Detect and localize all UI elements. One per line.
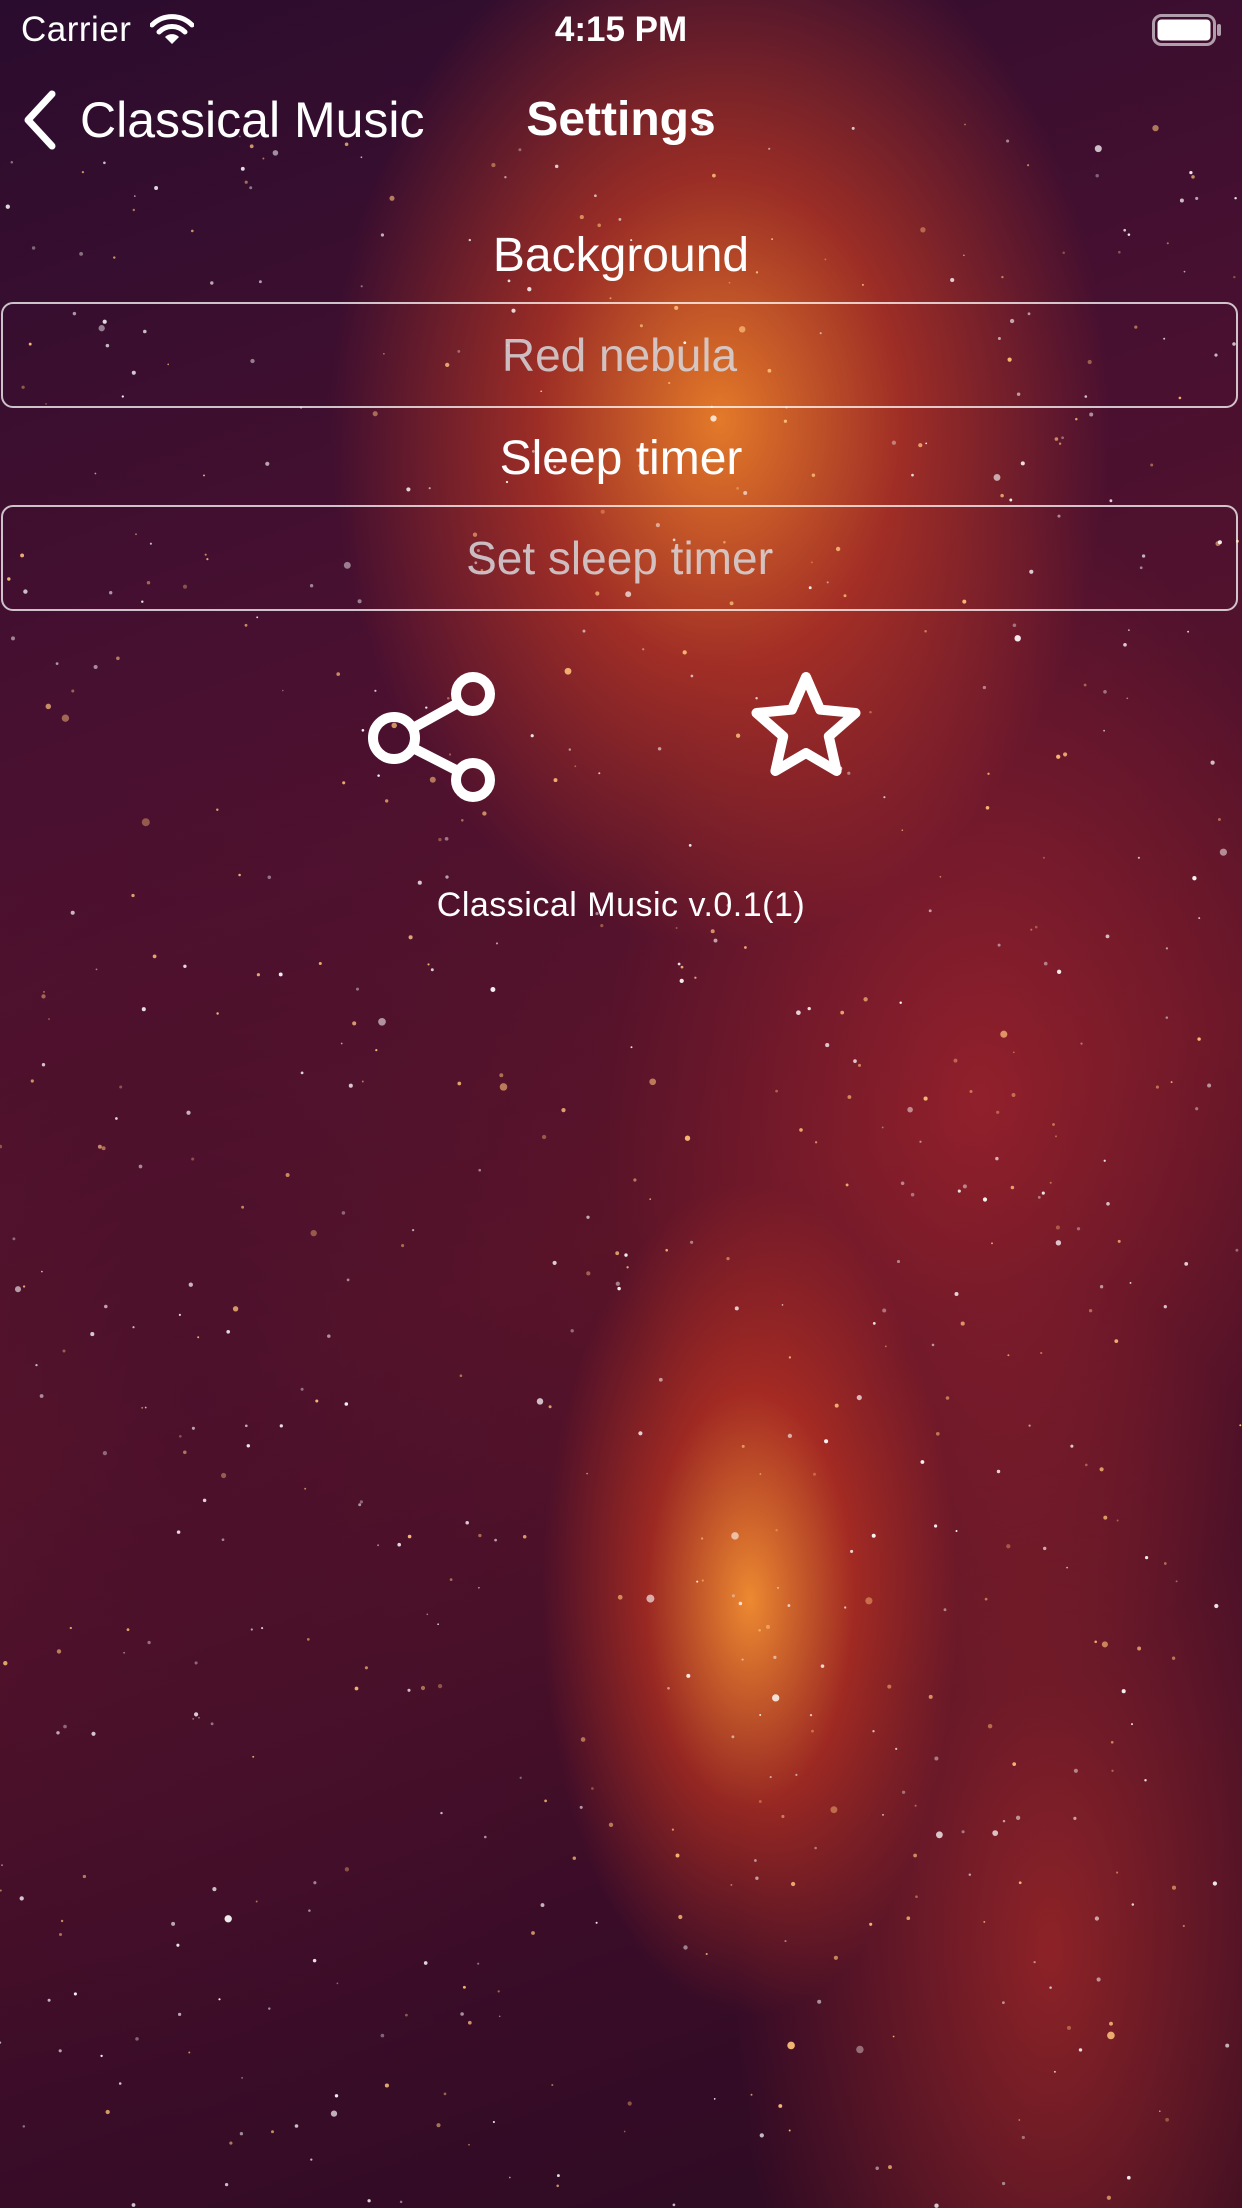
battery-icon (1152, 14, 1221, 46)
navigation-bar: Classical Music Settings (0, 70, 1242, 170)
app-version-label: Classical Music v.0.1(1) (436, 886, 806, 924)
sleep-timer-field-placeholder: Set sleep timer (466, 532, 773, 584)
status-time: 4:15 PM (554, 10, 688, 49)
settings-screen: Carrier 4:15 PM Classical Music Settings… (0, 0, 1242, 2208)
background-section-label: Background (492, 229, 750, 282)
sleep-timer-section-label: Sleep timer (499, 432, 743, 485)
background-field[interactable]: Red nebula (1, 302, 1238, 408)
share-icon[interactable] (364, 664, 504, 804)
sleep-timer-field[interactable]: Set sleep timer (1, 505, 1238, 611)
star-icon[interactable] (736, 664, 876, 804)
status-bar: Carrier 4:15 PM (0, 0, 1242, 60)
page-title: Settings (526, 93, 716, 146)
background-field-value: Red nebula (501, 329, 738, 381)
